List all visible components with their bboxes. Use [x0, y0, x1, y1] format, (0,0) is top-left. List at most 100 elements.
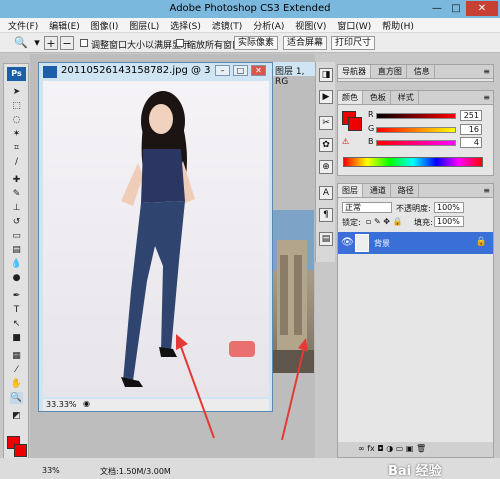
- notes-tool-icon[interactable]: ▦: [10, 350, 23, 362]
- warning-icon[interactable]: ⚠: [342, 137, 349, 146]
- tab-styles[interactable]: 样式: [394, 91, 419, 104]
- doc-minimize-button[interactable]: –: [215, 65, 230, 76]
- menu-image[interactable]: 图像(I): [91, 18, 119, 32]
- color-spectrum-bar[interactable]: [343, 157, 483, 167]
- clone-source-icon[interactable]: ⊕: [319, 160, 333, 174]
- dropdown-arrow-icon[interactable]: ▾: [30, 36, 44, 50]
- slice-tool-icon[interactable]: ∕: [10, 156, 23, 168]
- actual-pixels-button[interactable]: 实际像素: [234, 36, 278, 50]
- mask-icon[interactable]: ◘: [377, 444, 386, 453]
- default-colors-icon[interactable]: ◩: [10, 410, 23, 422]
- delete-layer-icon[interactable]: 🗑: [416, 444, 426, 453]
- status-zoom[interactable]: 33%: [42, 466, 60, 475]
- tab-info[interactable]: 信息: [410, 65, 435, 78]
- menu-analysis[interactable]: 分析(A): [253, 18, 284, 32]
- r-value-field[interactable]: 251: [460, 110, 482, 121]
- menu-view[interactable]: 视图(V): [295, 18, 326, 32]
- tab-swatches[interactable]: 色板: [366, 91, 391, 104]
- second-document-tab[interactable]: 图层 1, RG: [272, 62, 316, 87]
- r-slider[interactable]: [376, 113, 456, 119]
- panel-menu-icon[interactable]: ≡: [483, 93, 490, 102]
- tab-color[interactable]: 颜色: [338, 91, 363, 104]
- history-brush-icon[interactable]: ↺: [10, 216, 23, 228]
- navigator-panel: 导航器 直方图 信息 ≡: [337, 64, 494, 82]
- menu-edit[interactable]: 编辑(E): [49, 18, 80, 32]
- tab-channels[interactable]: 通道: [366, 184, 391, 197]
- hand-tool-icon[interactable]: ✋: [10, 378, 23, 390]
- zoom-tool-icon[interactable]: 🔍: [14, 36, 28, 50]
- brushes-panel-icon[interactable]: ✿: [319, 138, 333, 152]
- menu-file[interactable]: 文件(F): [8, 18, 38, 32]
- menu-select[interactable]: 选择(S): [170, 18, 201, 32]
- zoom-out-icon[interactable]: −: [60, 36, 74, 50]
- opacity-field[interactable]: 100%: [434, 202, 464, 213]
- tab-layers[interactable]: 图层: [338, 184, 363, 197]
- fit-screen-button[interactable]: 适合屏幕: [283, 36, 327, 50]
- panel-menu-icon[interactable]: ≡: [483, 186, 490, 195]
- layer-style-icon[interactable]: fx: [367, 444, 377, 453]
- tab-histogram[interactable]: 直方图: [374, 65, 407, 78]
- zoom-all-checkbox[interactable]: [176, 39, 184, 47]
- maximize-button[interactable]: □: [447, 1, 465, 16]
- menu-layer[interactable]: 图层(L): [129, 18, 159, 32]
- blend-mode-select[interactable]: 正常: [342, 202, 392, 213]
- layer-row-background[interactable]: 👁 背景 🔒: [338, 232, 493, 254]
- fill-field[interactable]: 100%: [434, 216, 464, 227]
- crop-tool-icon[interactable]: ⌗: [10, 142, 23, 154]
- magic-wand-icon[interactable]: ✶: [10, 128, 23, 140]
- print-size-button[interactable]: 打印尺寸: [331, 36, 375, 50]
- lock-icons[interactable]: ▫ ✎ ✥ 🔒: [366, 217, 402, 226]
- resize-windows-checkbox[interactable]: [80, 39, 88, 47]
- panel-menu-icon[interactable]: ≡: [483, 67, 490, 76]
- marquee-tool-icon[interactable]: ⬚: [10, 100, 23, 112]
- history-panel-icon[interactable]: ◨: [319, 68, 333, 82]
- background-color-swatch[interactable]: [14, 444, 27, 457]
- path-selection-icon[interactable]: ↖: [10, 318, 23, 330]
- actions-panel-icon[interactable]: ▶: [319, 90, 333, 104]
- menu-window[interactable]: 窗口(W): [337, 18, 371, 32]
- clone-stamp-icon[interactable]: ⊥: [10, 202, 23, 214]
- eye-icon[interactable]: 👁: [341, 237, 354, 248]
- menu-help[interactable]: 帮助(H): [382, 18, 414, 32]
- blur-tool-icon[interactable]: 💧: [10, 258, 23, 270]
- tab-navigator[interactable]: 导航器: [338, 65, 371, 78]
- type-tool-icon[interactable]: T: [10, 304, 23, 316]
- baidu-watermark: Bai 经验: [388, 464, 442, 479]
- g-value-field[interactable]: 16: [460, 124, 482, 135]
- new-layer-icon[interactable]: ▣: [406, 444, 416, 453]
- pen-tool-icon[interactable]: ✒: [10, 290, 23, 302]
- dodge-tool-icon[interactable]: ●: [10, 272, 23, 284]
- zoom-tool-icon[interactable]: 🔍: [10, 392, 23, 404]
- status-menu-icon[interactable]: ◉: [83, 399, 90, 408]
- document-title: 20110526143158782.jpg @ 3...: [61, 65, 211, 76]
- tool-presets-icon[interactable]: ✂: [319, 116, 333, 130]
- doc-close-button[interactable]: ✕: [251, 65, 266, 76]
- group-icon[interactable]: ▭: [396, 444, 406, 453]
- doc-maximize-button[interactable]: □: [233, 65, 248, 76]
- shape-tool-icon[interactable]: ■: [10, 332, 23, 344]
- brush-tool-icon[interactable]: ✎: [10, 188, 23, 200]
- healing-brush-icon[interactable]: ✚: [10, 174, 23, 186]
- tab-paths[interactable]: 路径: [394, 184, 419, 197]
- b-slider[interactable]: [376, 140, 456, 146]
- g-slider[interactable]: [376, 127, 456, 133]
- document-zoom-level[interactable]: 33.33%: [46, 400, 77, 409]
- layers-footer: ∞ fx ◘ ◑ ▭ ▣ 🗑: [338, 442, 493, 457]
- character-panel-icon[interactable]: A: [319, 186, 333, 200]
- lasso-tool-icon[interactable]: ◌: [10, 114, 23, 126]
- zoom-in-icon[interactable]: +: [44, 36, 58, 50]
- eyedropper-tool-icon[interactable]: ⁄: [10, 364, 23, 376]
- minimize-button[interactable]: —: [428, 1, 446, 16]
- b-value-field[interactable]: 4: [460, 137, 482, 148]
- paragraph-panel-icon[interactable]: ¶: [319, 208, 333, 222]
- color-tabs: 颜色 色板 样式 ≡: [338, 91, 493, 105]
- move-tool-icon[interactable]: ➤: [10, 86, 23, 98]
- eraser-tool-icon[interactable]: ▭: [10, 230, 23, 242]
- link-layers-icon[interactable]: ∞: [358, 444, 367, 453]
- adjustment-icon[interactable]: ◑: [386, 444, 396, 453]
- close-button[interactable]: ✕: [466, 1, 498, 16]
- color-bg-swatch[interactable]: [348, 117, 362, 131]
- gradient-tool-icon[interactable]: ▤: [10, 244, 23, 256]
- menu-filter[interactable]: 滤镜(T): [212, 18, 243, 32]
- layer-comps-icon[interactable]: ▤: [319, 232, 333, 246]
